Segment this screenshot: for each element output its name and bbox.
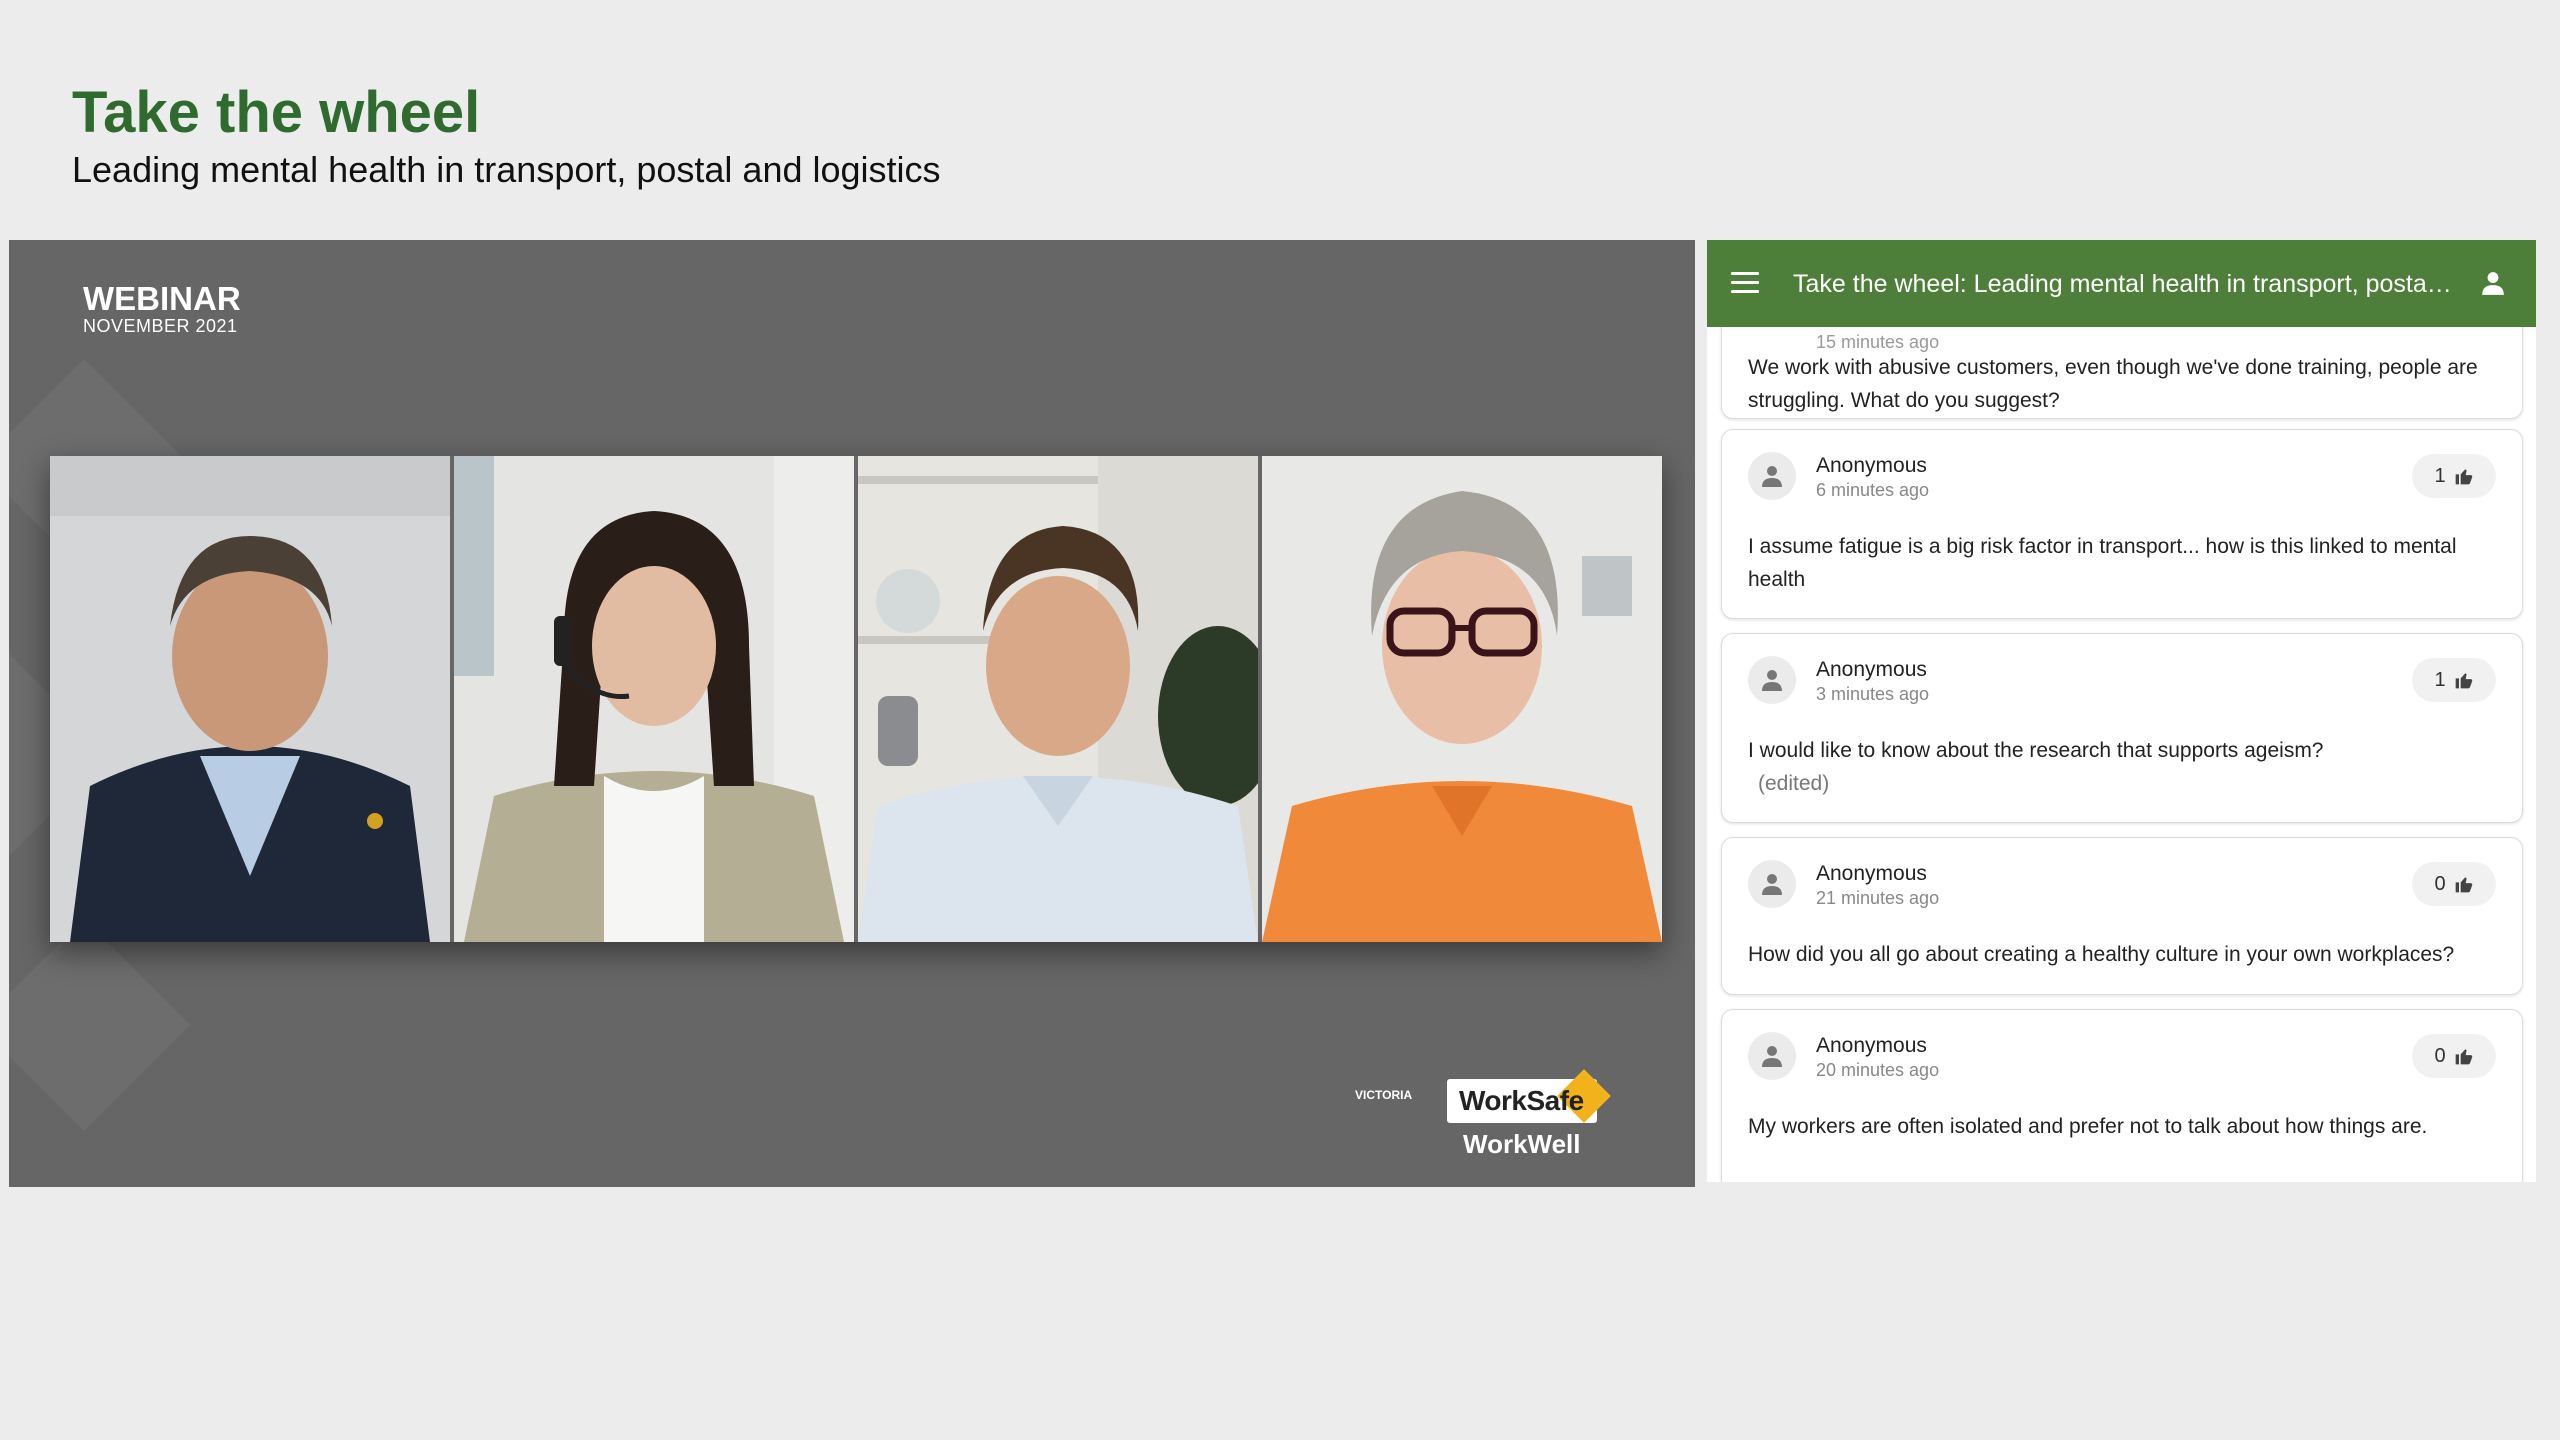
question-card: Anonymous 6 minutes ago 1 I assume fatig… [1721,429,2523,619]
person-icon [1762,670,1782,691]
like-button[interactable]: 0 [2412,862,2496,906]
question-author: Anonymous [1816,658,1927,681]
question-text: How did you all go about creating a heal… [1748,943,2455,966]
workwell-logo: WorkWell [1463,1129,1581,1159]
question-time: 20 minutes ago [1816,1060,1940,1080]
avatar [1748,1032,1796,1080]
like-count: 0 [2434,1044,2446,1067]
avatar [1748,452,1796,500]
page-header: Take the wheel Leading mental health in … [72,78,941,192]
participant-video-2[interactable] [454,456,854,942]
thumbs-up-icon [2455,673,2472,689]
decorative-diamond [9,918,191,1132]
qa-title: Take the wheel: Leading mental health in… [1793,270,2453,298]
question-author: Anonymous [1816,454,1927,477]
participant-1-image [50,456,450,942]
question-card: Anonymous 3 minutes ago 1 I would like t… [1721,633,2523,823]
avatar [1748,656,1796,704]
participant-4-image [1262,456,1662,942]
question-text: We work with abusive customers, even tho… [1748,356,2478,412]
question-author: Anonymous [1816,862,1927,885]
like-button[interactable]: 1 [2412,658,2496,702]
worksafe-logo-text: WorkSafe [1459,1085,1584,1116]
question-text: My workers are often isolated and prefer… [1748,1115,2428,1138]
thumbs-up-icon [2455,469,2472,485]
worksafe-logo: WorkSafe [1447,1069,1611,1123]
webinar-label: WEBINAR NOVEMBER 2021 [83,280,241,337]
question-text: I would like to know about the research … [1748,734,2498,800]
question-time: 3 minutes ago [1816,684,1930,704]
question-card: Anonymous 21 minutes ago 0 How did you a… [1721,837,2523,995]
victoria-logo: VICTORIA [1355,1088,1413,1102]
question-time: 6 minutes ago [1816,480,1930,500]
participant-video-3[interactable] [858,456,1258,942]
thumbs-up-icon [2455,1049,2472,1065]
like-count: 1 [2434,464,2446,487]
qa-header: Take the wheel: Leading mental health in… [1707,240,2536,327]
like-count: 1 [2434,668,2446,691]
question-time: 15 minutes ago [1816,332,1940,352]
user-icon[interactable] [2480,270,2506,296]
like-button[interactable]: 0 [2412,1034,2496,1078]
avatar [1748,860,1796,908]
like-button[interactable]: 1 [2412,454,2496,498]
thumbs-up-icon [2455,877,2472,893]
person-icon [1762,466,1782,487]
menu-icon[interactable] [1731,272,1759,296]
sponsor-logos: VICTORIA WorkSafe WorkWell [1355,1067,1615,1159]
person-icon [1762,874,1782,895]
participant-video-4[interactable] [1262,456,1662,942]
question-time: 21 minutes ago [1816,888,1940,908]
participant-video-1[interactable] [50,456,450,942]
like-count: 0 [2434,872,2446,895]
person-icon [1762,1046,1782,1067]
video-stage: WEBINAR NOVEMBER 2021 VICTORIA WorkSafe … [9,240,1695,1187]
question-text: I assume fatigue is a big risk factor in… [1748,535,2457,591]
question-card: Anonymous 20 minutes ago 0 My workers ar… [1721,1009,2523,1182]
page-subtitle: Leading mental health in transport, post… [72,149,941,190]
edited-label: (edited) [1758,772,1830,795]
participant-3-image [858,456,1258,942]
webinar-date: NOVEMBER 2021 [83,316,238,336]
webinar-word: WEBINAR [83,280,241,317]
question-body: I would like to know about the research … [1748,739,2324,762]
qa-panel: Take the wheel: Leading mental health in… [1707,240,2536,1182]
participant-2-image [454,456,854,942]
participant-grid [50,456,1662,942]
question-author: Anonymous [1816,1034,1927,1057]
page-title: Take the wheel [72,80,481,145]
